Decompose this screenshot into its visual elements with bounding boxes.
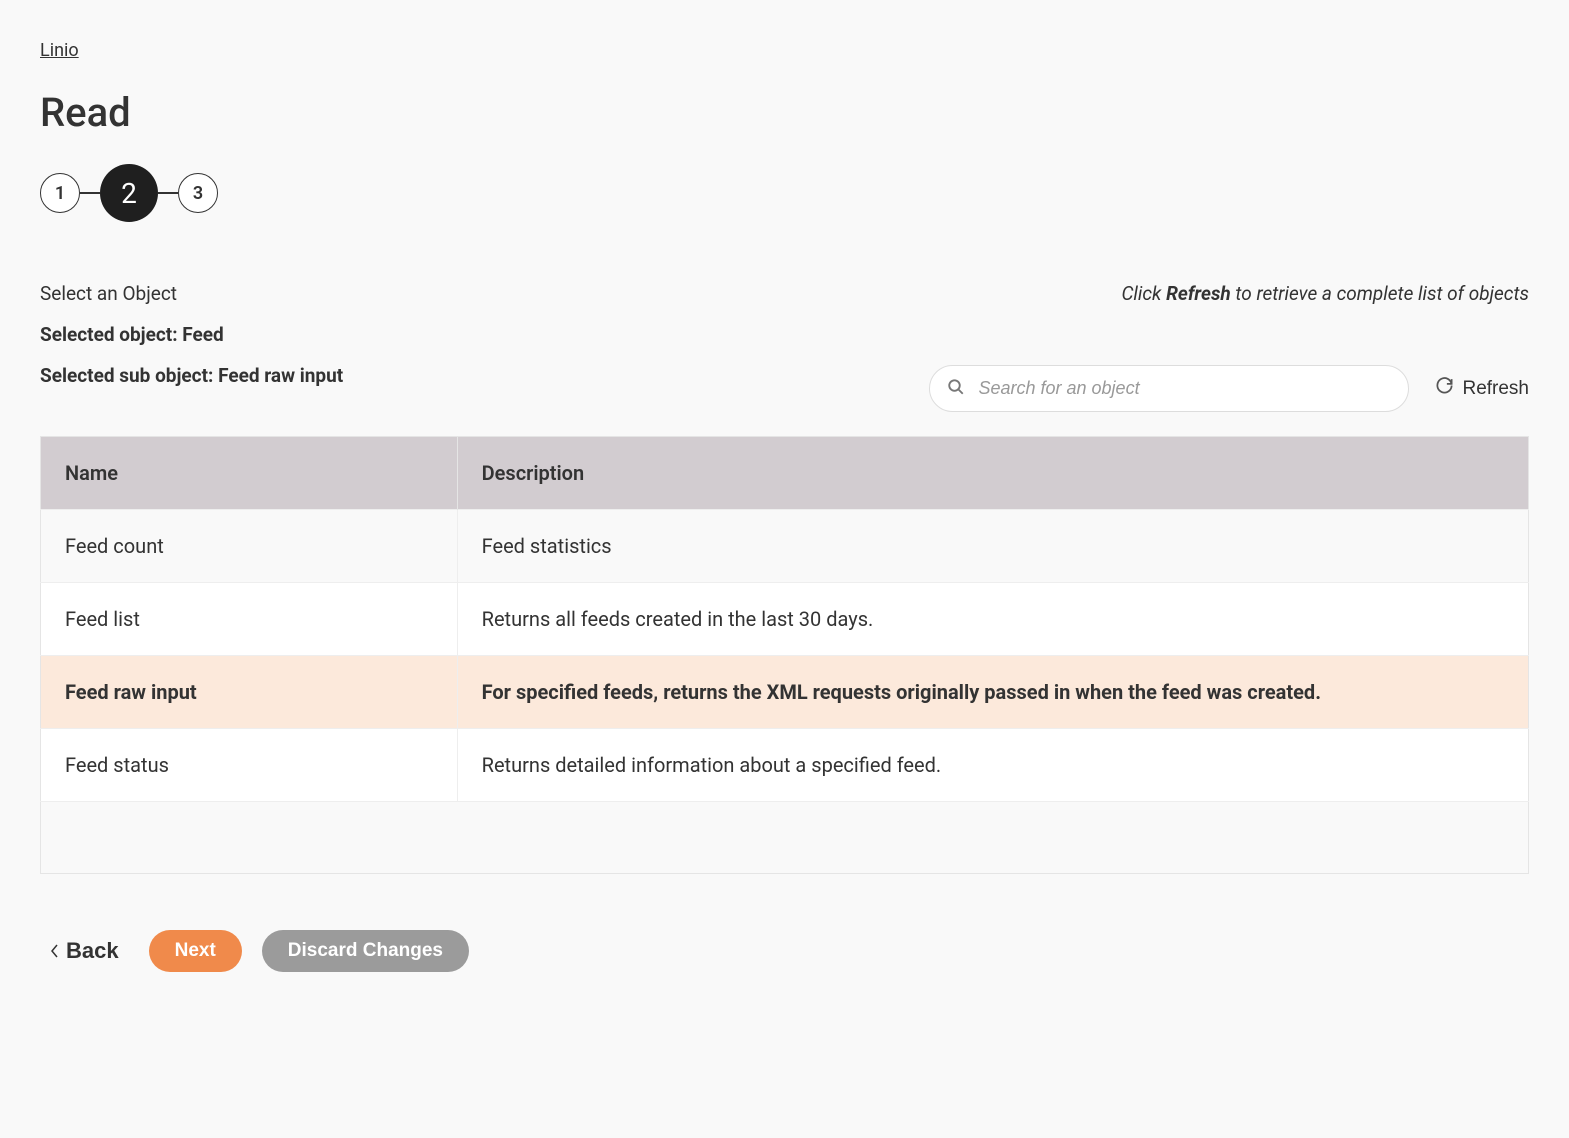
refresh-icon — [1435, 376, 1454, 401]
refresh-hint: Click Refresh to retrieve a complete lis… — [1121, 282, 1529, 305]
table-cell-name: Feed raw input — [41, 656, 458, 729]
table-cell-description: For specified feeds, returns the XML req… — [457, 656, 1528, 729]
search-wrapper — [929, 365, 1409, 412]
chevron-left-icon — [50, 938, 60, 964]
table-cell-name: Feed list — [41, 583, 458, 656]
table-cell-description: Returns detailed information about a spe… — [457, 729, 1528, 802]
table-cell-description: Returns all feeds created in the last 30… — [457, 583, 1528, 656]
step-2[interactable]: 2 — [100, 164, 158, 222]
discard-button[interactable]: Discard Changes — [262, 930, 469, 972]
table-cell-description: Feed statistics — [457, 510, 1528, 583]
breadcrumb-link[interactable]: Linio — [40, 40, 79, 61]
step-connector — [158, 192, 178, 194]
back-button-label: Back — [66, 938, 119, 964]
section-label: Select an Object — [40, 282, 177, 305]
refresh-hint-suffix: to retrieve a complete list of objects — [1231, 282, 1529, 305]
search-icon — [947, 378, 965, 400]
empty-row — [41, 802, 1529, 874]
table-row[interactable]: Feed raw inputFor specified feeds, retur… — [41, 656, 1529, 729]
table-header-name: Name — [41, 437, 458, 510]
footer-buttons: Back Next Discard Changes — [40, 930, 1529, 972]
step-connector — [80, 192, 100, 194]
table-row[interactable]: Feed listReturns all feeds created in th… — [41, 583, 1529, 656]
table-cell-name: Feed status — [41, 729, 458, 802]
back-button[interactable]: Back — [40, 930, 129, 972]
search-input[interactable] — [929, 365, 1409, 412]
refresh-button-label: Refresh — [1462, 378, 1529, 400]
page-title: Read — [40, 89, 1529, 136]
refresh-button[interactable]: Refresh — [1435, 376, 1529, 401]
table-row[interactable]: Feed statusReturns detailed information … — [41, 729, 1529, 802]
selected-object-line: Selected object: Feed — [40, 323, 1529, 346]
refresh-hint-strong: Refresh — [1166, 282, 1231, 305]
table-header-description: Description — [457, 437, 1528, 510]
stepper: 123 — [40, 164, 1529, 222]
table-cell-name: Feed count — [41, 510, 458, 583]
table-row[interactable]: Feed countFeed statistics — [41, 510, 1529, 583]
step-3[interactable]: 3 — [178, 173, 218, 213]
object-table: Name Description Feed countFeed statisti… — [40, 436, 1529, 874]
step-1[interactable]: 1 — [40, 173, 80, 213]
refresh-hint-prefix: Click — [1121, 282, 1166, 305]
next-button[interactable]: Next — [149, 930, 242, 972]
